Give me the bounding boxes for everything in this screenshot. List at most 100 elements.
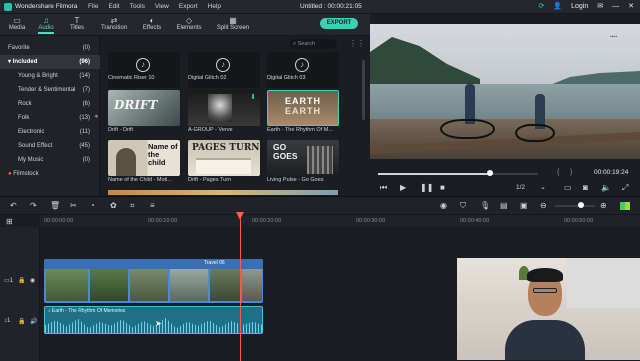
previous-frame-icon[interactable]: ⏮ [380, 183, 387, 193]
fullscreen-icon[interactable]: ⤢ [622, 183, 628, 193]
webcam-overlay [457, 258, 640, 360]
redo-icon[interactable]: ↷ [30, 201, 37, 210]
search-input[interactable]: ⌕ Search [289, 39, 337, 49]
category-filmstock[interactable]: ● Filmstock [0, 167, 100, 181]
bicycle-2-image [515, 124, 555, 142]
document-title: Untitled : 00:00:21:05 [300, 3, 362, 10]
category-my-music[interactable]: My Music (0) [0, 153, 100, 167]
account-icon[interactable]: 👤 [553, 2, 562, 10]
ratio-dropdown-icon[interactable]: ⌄ [540, 183, 546, 191]
shelf-image [567, 258, 640, 308]
zoom-slider[interactable] [555, 205, 595, 207]
folder-icon: ▭ [13, 16, 21, 25]
media-thumb-digital-glitch-03[interactable]: ♪ [267, 52, 339, 88]
crop-icon[interactable]: ⌗ [130, 201, 135, 211]
video-player[interactable]: ▪▪▪▪ [370, 24, 640, 159]
snapshot-icon[interactable]: ◙ [583, 183, 588, 192]
collapse-sidebar-icon[interactable]: ◂ [94, 112, 98, 120]
mixer-icon[interactable]: ▤ [500, 201, 508, 210]
render-icon[interactable]: ◉ [440, 201, 447, 210]
monitor-icon[interactable]: ▭ [564, 183, 572, 192]
audio-clip-label: ♪ Earth - The Rhythm Of Memories [48, 308, 126, 314]
media-scrollbar[interactable] [362, 60, 365, 120]
media-thumb-drift[interactable]: DRIFT [108, 90, 180, 126]
tab-audio[interactable]: ♫ Audio [35, 16, 57, 34]
minimize-icon[interactable]: — [612, 3, 619, 10]
figure-image [208, 94, 232, 122]
media-thumb-verve[interactable]: ⬇ [188, 90, 260, 126]
color-icon[interactable]: ✿ [110, 201, 117, 210]
volume-icon[interactable]: 🔈 [601, 183, 611, 192]
category-tender-sentimental[interactable]: Tender & Sentimental (7) [0, 83, 100, 97]
audio-track-icon: ♪1 [4, 318, 11, 324]
tab-elements[interactable]: ◇ Elements [175, 16, 203, 31]
media-thumb-earth-selected[interactable]: EARTH EARTH [267, 90, 339, 126]
tab-split-screen[interactable]: ▦ Split Screen [215, 16, 251, 31]
media-thumb-cinematic-riser[interactable]: ♪ [108, 52, 180, 88]
tab-effects[interactable]: ◐ Effects [140, 16, 164, 31]
mark-in-icon[interactable]: { [557, 169, 559, 176]
title-bar: Wondershare Filmora File Edit Tools View… [0, 0, 640, 14]
export-button[interactable]: EXPORT [320, 18, 358, 29]
audio-adjust-icon[interactable]: ≡ [150, 201, 155, 210]
video-track-clips[interactable]: Travel 06 [44, 259, 263, 303]
category-young-bright[interactable]: Young & Bright (14) [0, 69, 100, 83]
speed-icon[interactable]: ◔ [90, 201, 95, 210]
menu-help[interactable]: Help [208, 3, 221, 10]
player-timecode: 00:00:19:24 [594, 169, 629, 176]
speaker-icon[interactable]: 🔊 [30, 318, 37, 325]
download-icon[interactable]: ⬇ [250, 93, 256, 101]
timeline-ruler[interactable]: 00:00:00:00 00:00:10:00 00:00:20:00 00:0… [40, 215, 640, 227]
microphone-icon[interactable]: 🎙 [480, 201, 490, 210]
media-thumb-digital-glitch-02[interactable]: ♪ [188, 52, 260, 88]
category-electronic[interactable]: Electronic (11) [0, 125, 100, 139]
grid-view-icon[interactable]: ⋮⋮ [349, 39, 365, 48]
zoom-out-icon[interactable]: ⊖ [540, 201, 547, 210]
category-sound-effect[interactable]: Sound Effect (45) [0, 139, 100, 153]
playback-ratio[interactable]: 1/2 [516, 184, 525, 191]
eye-icon[interactable]: ◉ [30, 277, 35, 284]
pause-icon[interactable]: ❚❚ [420, 183, 433, 192]
close-icon[interactable]: ✕ [628, 2, 634, 10]
shield-icon[interactable]: ⛉ [460, 201, 466, 211]
media-thumb-name-of-the-child[interactable]: Name of the child [108, 140, 180, 176]
tab-titles[interactable]: T Titles [66, 16, 88, 31]
playhead[interactable] [240, 213, 241, 361]
lock-icon[interactable]: 🔒 [18, 277, 25, 284]
caption-icon[interactable]: ▣ [520, 201, 528, 210]
mail-icon[interactable]: ✉ [597, 2, 603, 10]
filmora-logo-icon [4, 3, 12, 11]
stop-icon[interactable]: ■ [440, 183, 445, 192]
add-track-icon[interactable]: ⊞ [6, 217, 13, 226]
category-included[interactable]: ▾ Included (96) [0, 55, 100, 69]
tab-transition[interactable]: ⇄ Transition [98, 16, 130, 31]
category-folk[interactable]: Folk (13) [0, 111, 100, 125]
lock-icon[interactable]: 🔒 [18, 318, 25, 325]
ruler-mark: 00:00:40:00 [460, 218, 490, 224]
cut-icon[interactable]: ✂ [70, 201, 77, 210]
tab-media[interactable]: ▭ Media [6, 16, 28, 31]
split-screen-icon: ▦ [229, 16, 237, 25]
login-link[interactable]: Login [571, 3, 588, 10]
category-favorite[interactable]: Favorite (0) [0, 41, 100, 55]
media-thumb-pages-turn[interactable]: PAGES TURN [188, 140, 260, 176]
menu-export[interactable]: Export [179, 3, 198, 10]
delete-icon[interactable]: 🗑 [50, 201, 60, 210]
menu-tools[interactable]: Tools [130, 3, 145, 10]
audio-clip[interactable]: ♪ Earth - The Rhythm Of Memories [44, 306, 263, 334]
playback-scrubber[interactable] [487, 170, 493, 176]
mouse-cursor-icon: ➤ [155, 319, 162, 328]
category-rock[interactable]: Rock (6) [0, 97, 100, 111]
mark-out-icon[interactable]: } [570, 169, 572, 176]
media-thumb-go-goes[interactable]: GO GOES [267, 140, 339, 176]
undo-icon[interactable]: ↶ [10, 201, 17, 210]
zoom-slider-knob[interactable] [578, 202, 584, 208]
menu-view[interactable]: View [155, 3, 169, 10]
menu-file[interactable]: File [88, 3, 98, 10]
menu-edit[interactable]: Edit [108, 3, 119, 10]
sync-icon[interactable]: ⟳ [539, 2, 545, 10]
media-label: Cinematic Riser 10 [108, 75, 155, 81]
book-image [196, 158, 251, 174]
play-icon[interactable]: ▶ [400, 183, 406, 192]
zoom-in-icon[interactable]: ⊕ [600, 201, 607, 210]
